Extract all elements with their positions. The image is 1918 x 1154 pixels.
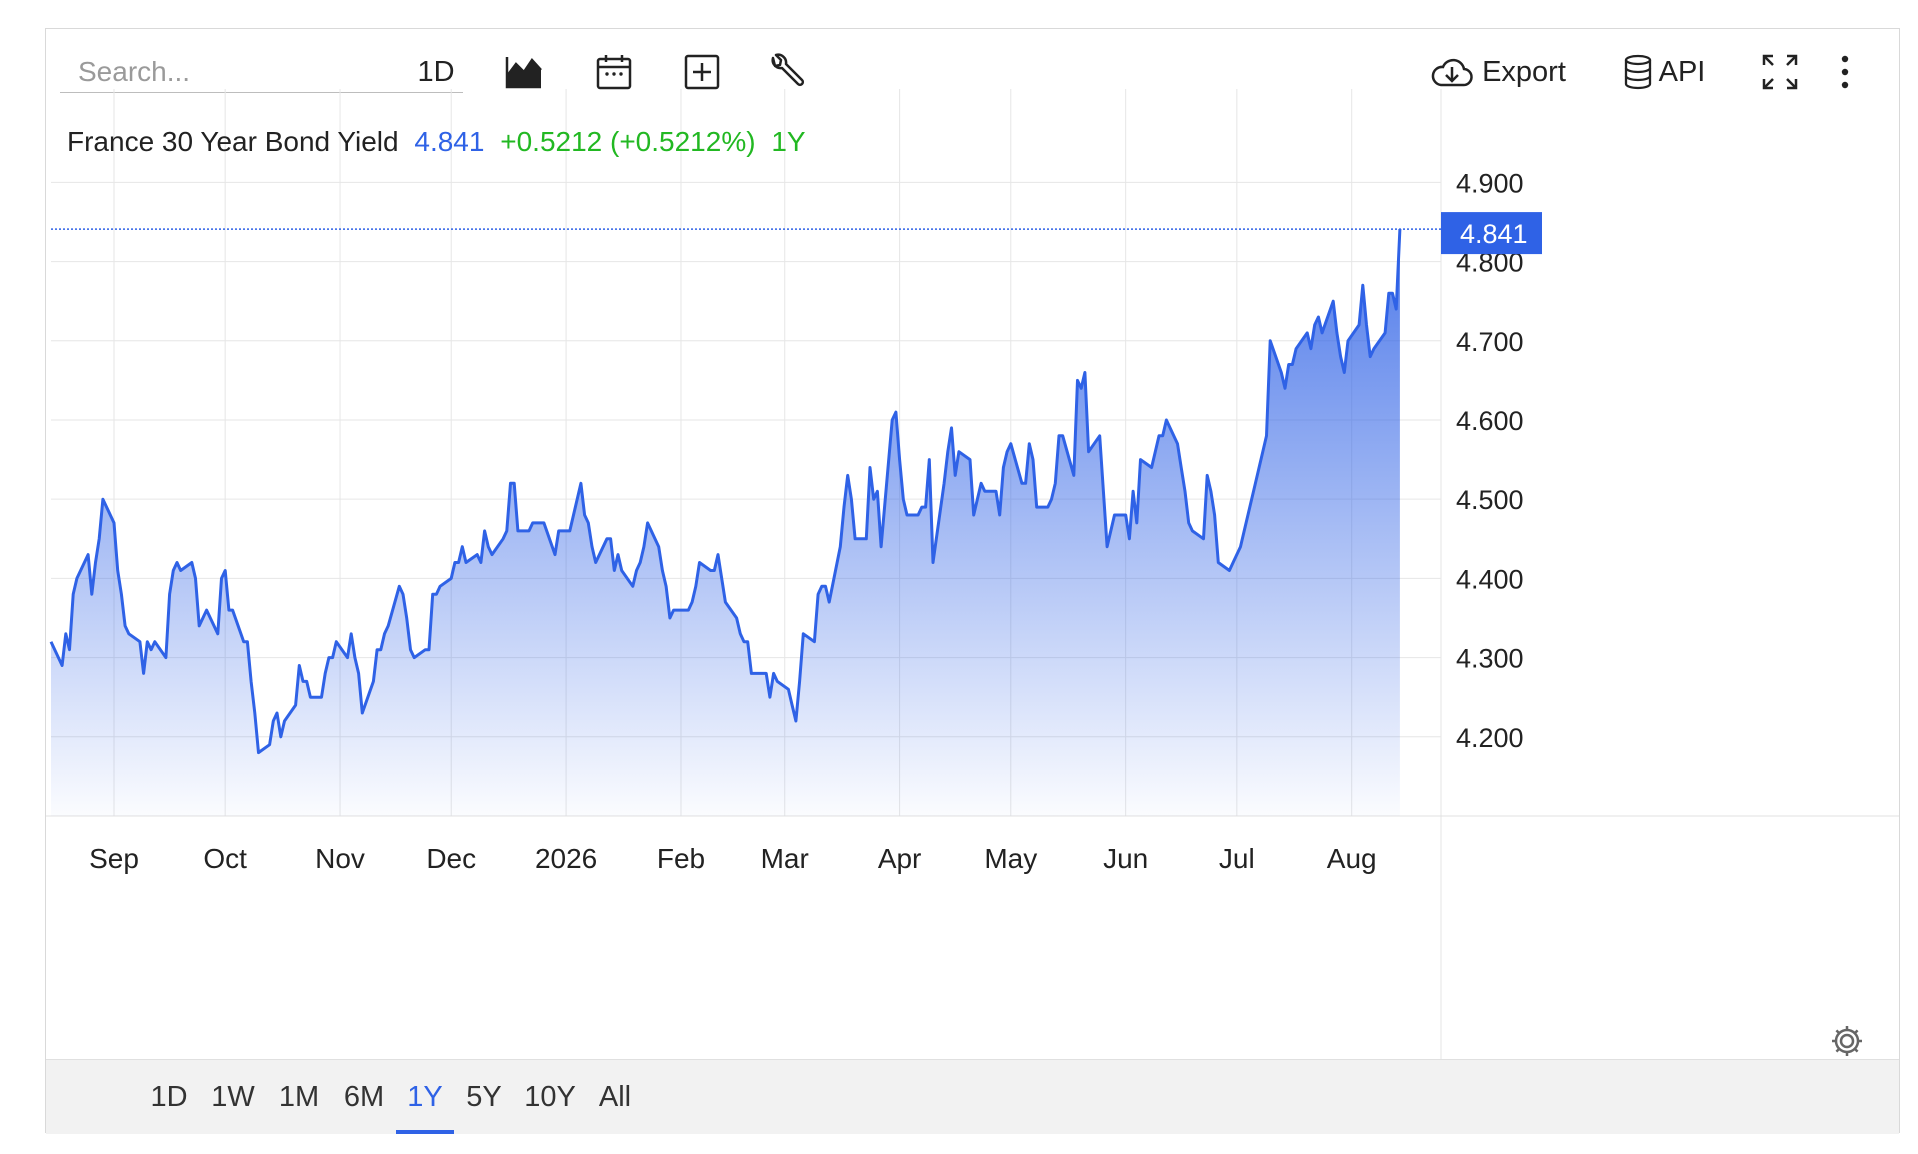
y-tick-label: 4.300 [1456, 644, 1524, 674]
y-tick-label: 4.900 [1456, 168, 1524, 198]
x-tick-label: Apr [878, 843, 922, 874]
last-price-label: 4.841 [1460, 219, 1528, 249]
range-10y-button[interactable]: 10Y [516, 1060, 584, 1134]
chart-settings-button[interactable] [1832, 1026, 1862, 1056]
y-tick-label: 4.200 [1456, 723, 1524, 753]
y-axis: 4.2004.3004.4004.5004.6004.7004.8004.900 [1456, 168, 1524, 752]
x-tick-label: Oct [203, 843, 247, 874]
range-1w-button[interactable]: 1W [203, 1060, 263, 1134]
x-tick-label: Aug [1327, 843, 1377, 874]
y-tick-label: 4.600 [1456, 406, 1524, 436]
range-1m-button[interactable]: 1M [268, 1060, 330, 1134]
x-tick-label: Dec [426, 843, 476, 874]
x-tick-label: May [984, 843, 1037, 874]
range-5y-button[interactable]: 5Y [458, 1060, 510, 1134]
y-tick-label: 4.700 [1456, 327, 1524, 357]
chart-area[interactable]: 4.2004.3004.4004.5004.6004.7004.8004.900… [46, 29, 1899, 1059]
y-tick-label: 4.500 [1456, 485, 1524, 515]
legend-name: France 30 Year Bond Yield [67, 126, 399, 157]
range-1d-button[interactable]: 1D [139, 1060, 199, 1134]
x-tick-label: Jun [1103, 843, 1148, 874]
range-selector: 1D 1W 1M 6M 1Y 5Y 10Y All [46, 1059, 1899, 1134]
x-tick-label: Mar [761, 843, 809, 874]
legend: France 30 Year Bond Yield 4.841 +0.5212 … [67, 126, 806, 157]
range-6m-button[interactable]: 6M [334, 1060, 394, 1134]
x-tick-label: Nov [315, 843, 365, 874]
x-tick-label: Feb [657, 843, 705, 874]
legend-value: 4.841 [414, 126, 484, 157]
range-1y-button[interactable]: 1Y [396, 1060, 454, 1134]
x-tick-label: Sep [89, 843, 139, 874]
chart-widget: 1D Export [45, 28, 1900, 1134]
x-tick-label: Jul [1219, 843, 1255, 874]
y-tick-label: 4.400 [1456, 564, 1524, 594]
legend-period: 1Y [771, 126, 806, 157]
x-axis: Sep Oct Nov Dec 2026 Feb Mar Apr May Jun Jul Aug [89, 843, 1377, 874]
series-area-fill [51, 229, 1400, 817]
legend-change: +0.5212 (+0.5212%) [500, 126, 755, 157]
x-tick-label: 2026 [535, 843, 597, 874]
range-all-button[interactable]: All [591, 1060, 639, 1134]
gear-icon [1832, 1026, 1862, 1056]
